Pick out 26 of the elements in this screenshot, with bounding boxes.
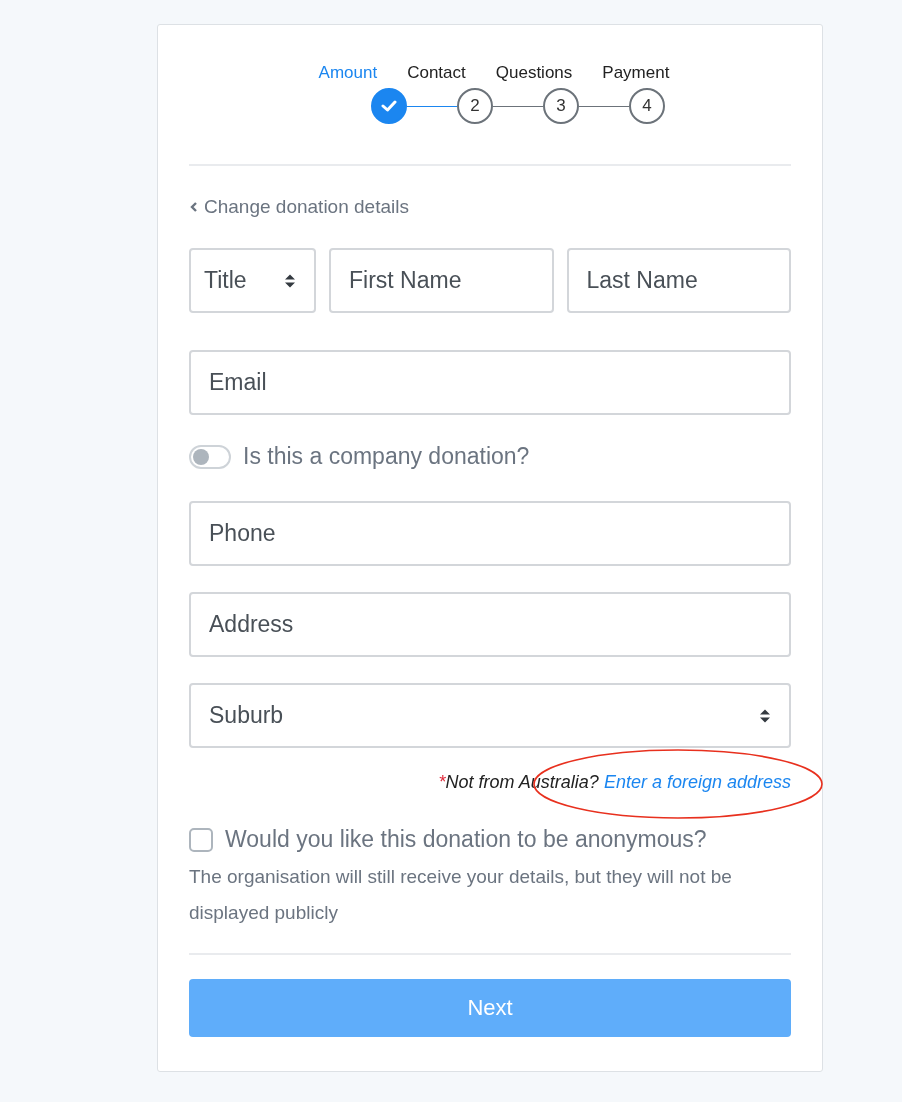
checkbox[interactable] bbox=[189, 827, 213, 852]
input-field[interactable]: Email bbox=[189, 350, 791, 415]
step-label[interactable]: Questions bbox=[495, 63, 573, 83]
foreign-address-link[interactable]: Enter a foreign address bbox=[603, 772, 791, 793]
chevron-left-icon bbox=[189, 201, 198, 213]
step-label[interactable]: Contact bbox=[407, 63, 466, 83]
step-circle[interactable] bbox=[371, 88, 407, 124]
toggle-switch[interactable] bbox=[189, 444, 231, 469]
step-label[interactable]: Payment bbox=[602, 63, 670, 83]
toggle-label: Is this a company donation? bbox=[243, 443, 530, 470]
input-field[interactable]: First Name bbox=[329, 248, 554, 313]
step-circle[interactable]: 3 bbox=[543, 88, 579, 124]
select-field[interactable]: Suburb bbox=[189, 683, 791, 748]
input-field[interactable]: Last Name bbox=[566, 248, 791, 313]
help-text: The organisation will still receive your details, but they will not be displayed publicly bbox=[189, 865, 733, 925]
sort-caret-icon bbox=[284, 272, 296, 289]
step-circle[interactable]: 4 bbox=[629, 88, 665, 124]
select-field[interactable]: Title bbox=[189, 248, 316, 313]
step-circle[interactable]: 2 bbox=[457, 88, 493, 124]
input-field[interactable]: Phone bbox=[189, 501, 791, 566]
check-icon bbox=[381, 99, 397, 113]
back-link[interactable]: Change donation details bbox=[189, 196, 409, 218]
step-label[interactable]: Amount bbox=[318, 63, 378, 83]
input-field[interactable]: Address bbox=[189, 592, 791, 657]
sort-caret-icon bbox=[759, 707, 771, 724]
checkbox-label: Would you like this donation to be anonymous? bbox=[225, 826, 707, 853]
